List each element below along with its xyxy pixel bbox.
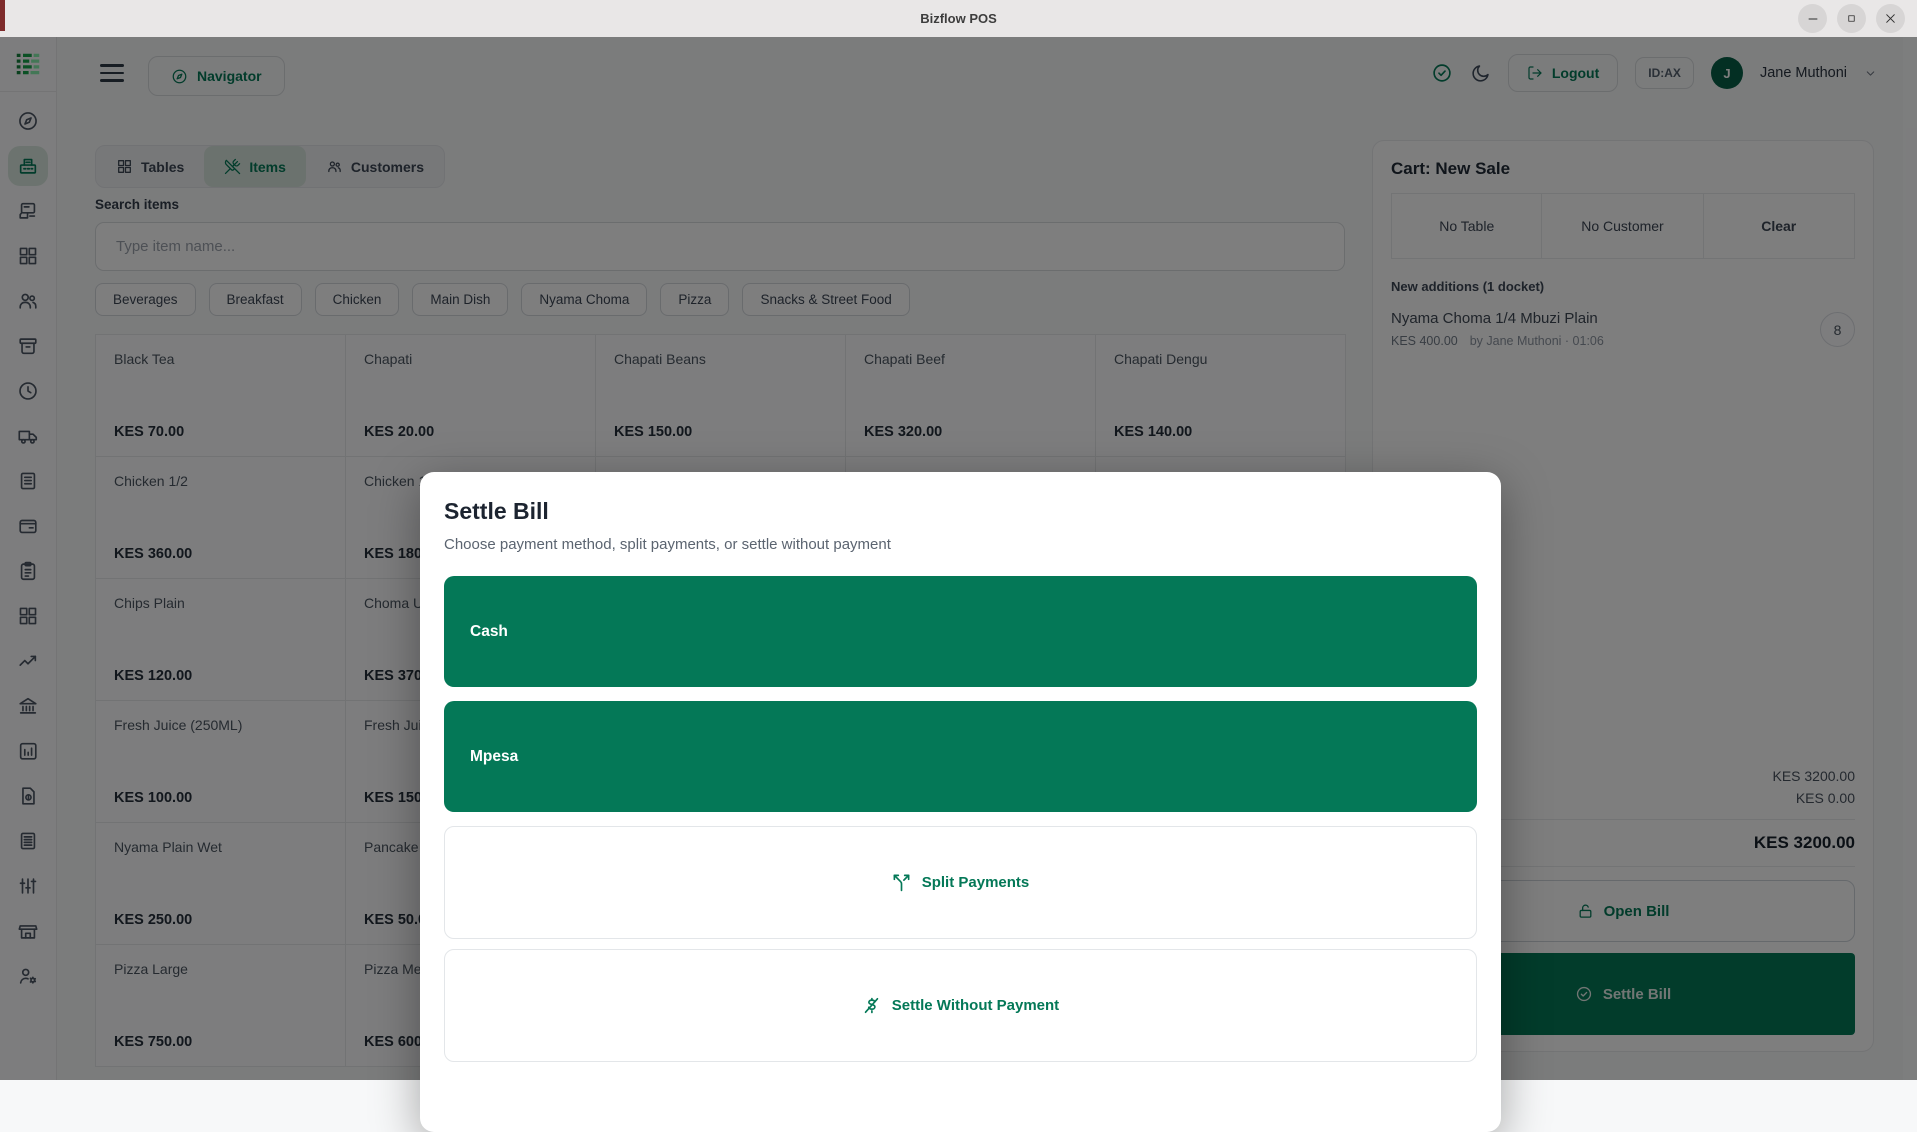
- maximize-icon: [1846, 13, 1857, 24]
- split-icon: [892, 873, 911, 892]
- maximize-button[interactable]: [1837, 4, 1866, 33]
- split-payments-button[interactable]: Split Payments: [444, 826, 1477, 939]
- window-titlebar: Bizflow POS: [0, 0, 1917, 37]
- dollar-slash-icon: [862, 996, 881, 1015]
- window-edge-artifact: [0, 0, 5, 31]
- window-title: Bizflow POS: [920, 11, 997, 26]
- minimize-icon: [1807, 13, 1819, 25]
- settle-without-payment-button[interactable]: Settle Without Payment: [444, 949, 1477, 1062]
- close-button[interactable]: [1876, 4, 1905, 33]
- modal-subtitle: Choose payment method, split payments, o…: [444, 536, 1477, 553]
- close-icon: [1884, 12, 1897, 25]
- minimize-button[interactable]: [1798, 4, 1827, 33]
- pay-cash-button[interactable]: Cash: [444, 576, 1477, 687]
- settle-bill-modal: Settle Bill Choose payment method, split…: [420, 472, 1501, 1132]
- pay-mpesa-button[interactable]: Mpesa: [444, 701, 1477, 812]
- modal-title: Settle Bill: [444, 498, 1477, 525]
